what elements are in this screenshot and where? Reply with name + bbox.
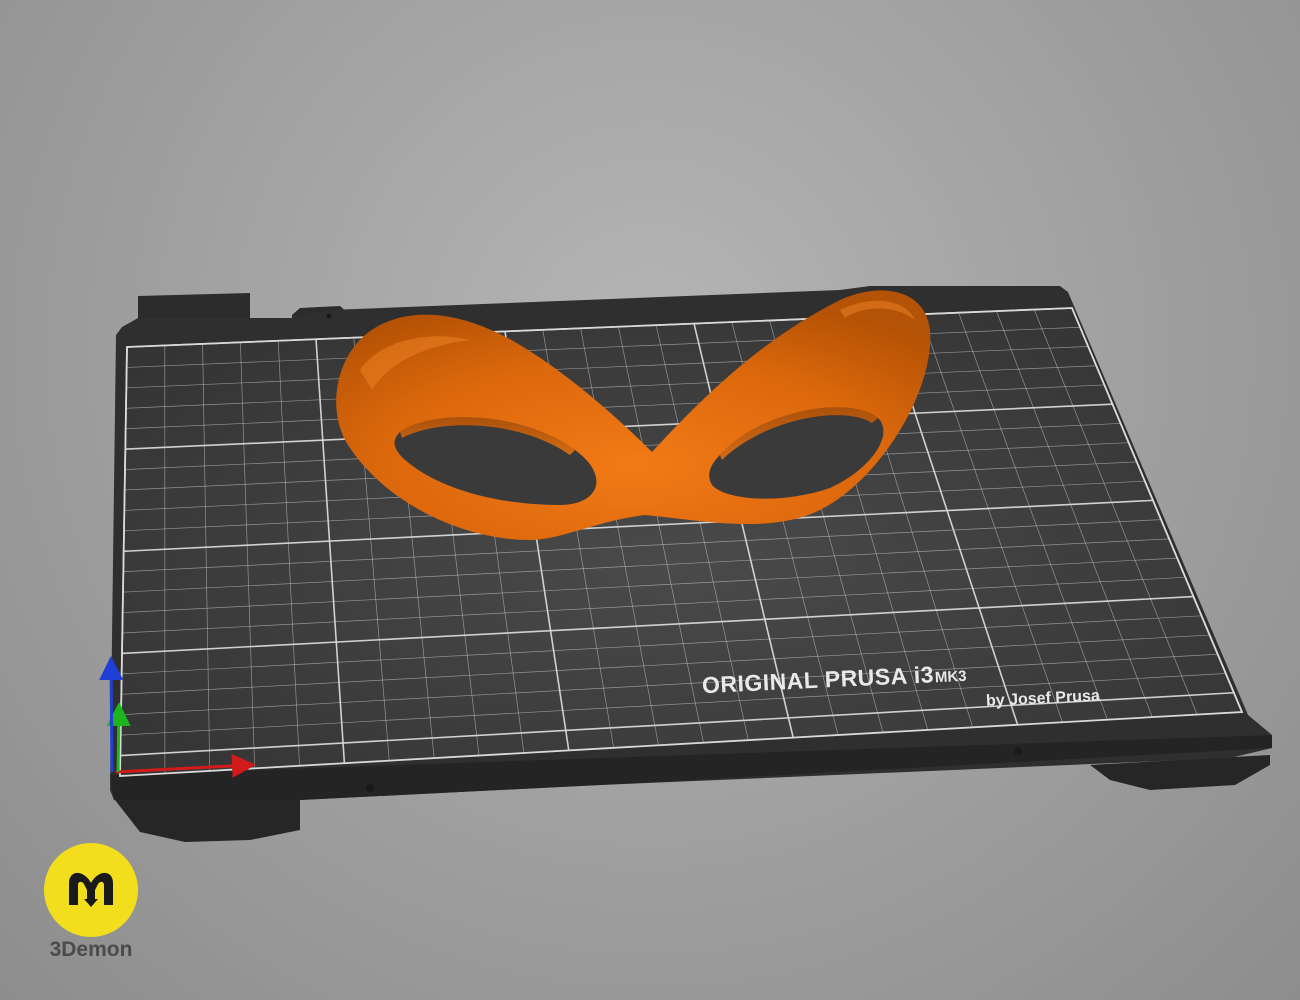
3demon-logo	[44, 843, 138, 937]
screw-hole	[366, 784, 374, 792]
bed-surface	[119, 307, 1244, 777]
scene-canvas[interactable]: ORIGINAL PRUSA i3 MK3 by Josef Prusa	[0, 0, 1300, 1000]
bed-model-text: MK3	[934, 668, 966, 686]
screw-hole	[1014, 747, 1022, 755]
screw-hole	[326, 313, 332, 319]
y-axis	[106, 702, 131, 773]
3demon-name: 3Demon	[49, 938, 133, 961]
z-axis	[99, 656, 124, 773]
3d-viewport[interactable]: ORIGINAL PRUSA i3 MK3 by Josef Prusa 3De…	[0, 0, 1300, 1000]
